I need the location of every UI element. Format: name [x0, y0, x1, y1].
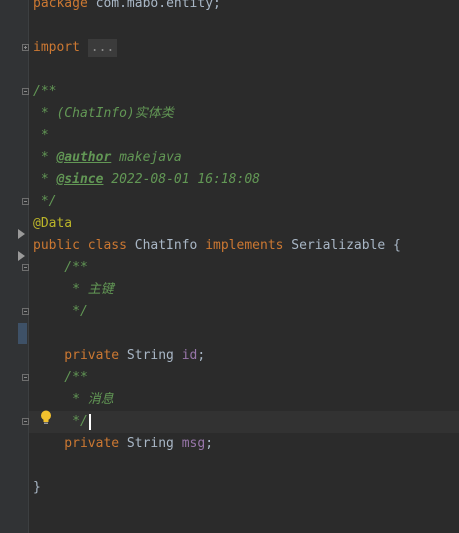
doc-author-line[interactable]: * @author makejava: [29, 147, 459, 169]
lightbulb-icon[interactable]: [40, 410, 52, 426]
code-line-package[interactable]: package com.mabo.entity;: [29, 0, 459, 15]
doc-since-line[interactable]: * @since 2022-08-01 16:18:08: [29, 169, 459, 191]
keyword: import: [33, 40, 80, 55]
doc-since-value: 2022-08-01 16:18:08: [103, 172, 260, 187]
folded-imports[interactable]: ...: [87, 39, 118, 57]
interface-name: Serializable {: [291, 238, 401, 253]
fold-collapse-icon[interactable]: [22, 198, 29, 205]
doc-author-value: makejava: [111, 150, 182, 165]
doc-comment-start[interactable]: /**: [29, 367, 459, 389]
field-name: id: [181, 348, 198, 363]
keyword: public class: [33, 238, 135, 253]
class-declaration-line[interactable]: public class ChatInfo implements Seriali…: [29, 235, 459, 257]
semicolon: ;: [197, 348, 206, 363]
keyword: implements: [205, 238, 292, 253]
type-name: String: [126, 348, 182, 363]
code-editor[interactable]: package com.mabo.entity; import ... /** …: [29, 0, 459, 533]
keyword: package: [33, 0, 88, 11]
run-arrow-icon[interactable]: [18, 229, 25, 239]
run-arrow-icon[interactable]: [18, 251, 25, 261]
fold-expand-icon[interactable]: [22, 44, 29, 51]
vcs-change-marker[interactable]: [18, 323, 27, 344]
fold-collapse-icon[interactable]: [22, 264, 29, 271]
semicolon: ;: [205, 436, 214, 451]
doc-comment-line[interactable]: *: [29, 125, 459, 147]
fold-collapse-icon[interactable]: [22, 418, 29, 425]
class-closing-brace[interactable]: }: [29, 477, 459, 499]
doc-prefix: *: [33, 150, 57, 165]
editor-gutter: [0, 0, 29, 533]
doc-tag-author: @author: [56, 150, 112, 165]
field-name: msg: [181, 436, 206, 451]
doc-comment-line[interactable]: * (ChatInfo)实体类: [29, 103, 459, 125]
text-caret: [88, 413, 91, 430]
current-line[interactable]: */: [29, 411, 459, 433]
fold-collapse-icon[interactable]: [22, 374, 29, 381]
package-name: com.mabo.entity;: [87, 0, 221, 11]
doc-comment-line[interactable]: * 主键: [29, 279, 459, 301]
doc-comment-line[interactable]: * 消息: [29, 389, 459, 411]
doc-comment-end[interactable]: */: [29, 191, 459, 213]
annotation-line[interactable]: @Data: [29, 213, 459, 235]
fold-collapse-icon[interactable]: [22, 308, 29, 315]
doc-comment-start[interactable]: /**: [29, 81, 459, 103]
doc-prefix: *: [33, 172, 57, 187]
doc-comment-start[interactable]: /**: [29, 257, 459, 279]
field-id-line[interactable]: private String id;: [29, 345, 459, 367]
field-msg-line[interactable]: private String msg;: [29, 433, 459, 455]
doc-comment-end[interactable]: */: [29, 301, 459, 323]
class-name: ChatInfo: [134, 238, 206, 253]
code-line-import[interactable]: import ...: [29, 37, 459, 59]
fold-collapse-icon[interactable]: [22, 88, 29, 95]
keyword: private: [33, 348, 127, 363]
keyword: private: [33, 436, 127, 451]
type-name: String: [126, 436, 182, 451]
doc-tag-since: @since: [56, 172, 104, 187]
